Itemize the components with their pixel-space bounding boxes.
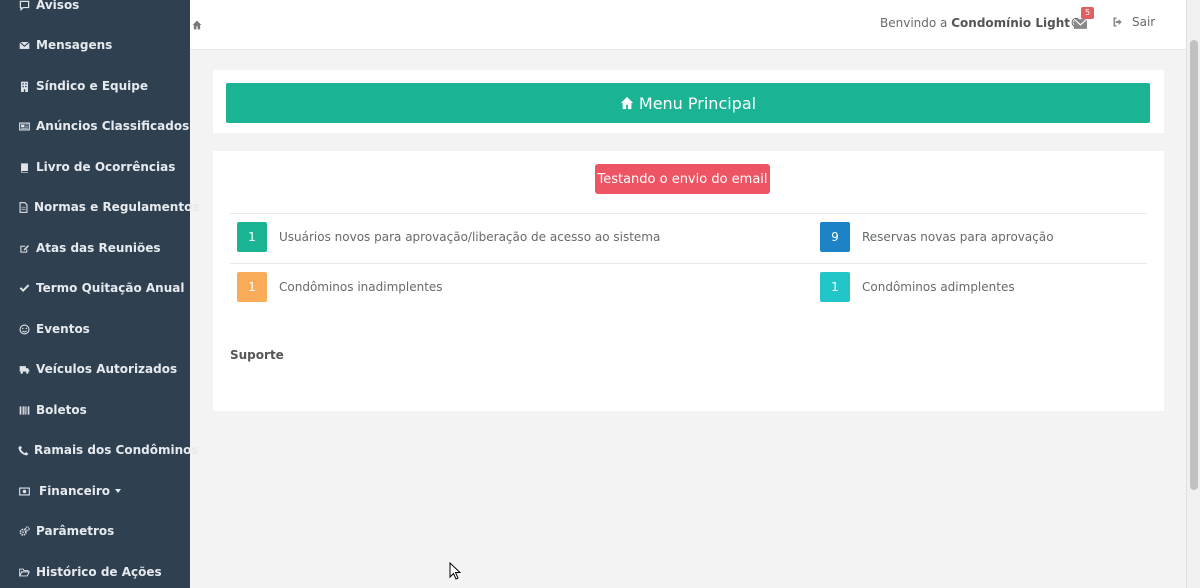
stat-badge: 1 [237, 222, 267, 252]
stat-compliant[interactable]: 1 Condôminos adimplentes [820, 272, 1015, 302]
sidebar-item-label: Eventos [36, 322, 90, 336]
sidebar-item-mensagens[interactable]: Mensagens [0, 25, 190, 65]
stat-badge: 1 [820, 272, 850, 302]
welcome-prefix: Benvindo a [880, 16, 948, 30]
condominium-name: Condomínio Light© [951, 16, 1082, 30]
sidebar: Avisos Mensagens Síndico e Equipe Anúnci… [0, 0, 199, 588]
scroll-thumb[interactable] [1190, 40, 1198, 490]
book-icon [18, 161, 31, 174]
mouse-cursor-icon [449, 562, 461, 580]
barcode-icon [18, 404, 31, 417]
sidebar-item-avisos[interactable]: Avisos [0, 0, 190, 25]
sidebar-item-financeiro[interactable]: Financeiro [0, 471, 190, 511]
sidebar-item-label: Termo Quitação Anual [36, 281, 185, 295]
top-navbar: Benvindo a Condomínio Light© 5 Sair [190, 0, 1186, 50]
home-icon [620, 96, 634, 110]
gears-icon [18, 525, 31, 538]
sidebar-item-label: Livro de Ocorrências [36, 160, 176, 174]
sidebar-item-normas[interactable]: Normas e Regulamentos [0, 187, 199, 227]
welcome-text: Benvindo a Condomínio Light© [880, 16, 1082, 30]
logout-label: Sair [1132, 15, 1156, 29]
stat-new-users[interactable]: 1 Usuários novos para aprovação/liberaçã… [237, 222, 660, 252]
sidebar-item-label: Veículos Autorizados [36, 362, 178, 376]
sidebar-item-label: Parâmetros [36, 524, 115, 538]
document-icon [18, 201, 29, 214]
support-heading: Suporte [230, 348, 284, 362]
sidebar-item-atas[interactable]: Atas das Reuniões [0, 228, 190, 268]
sidebar-item-termo[interactable]: Termo Quitação Anual [0, 268, 190, 308]
sidebar-item-anuncios[interactable]: Anúncios Classificados [0, 106, 190, 146]
home-icon [192, 15, 202, 30]
sidebar-item-parametros[interactable]: Parâmetros [0, 511, 190, 551]
sidebar-item-label: Histórico de Ações [36, 565, 162, 579]
edit-icon [18, 242, 31, 255]
sidebar-item-label: Síndico e Equipe [36, 79, 149, 93]
page-scrollbar[interactable] [1186, 0, 1200, 588]
stat-label: Usuários novos para aprovação/liberação … [279, 230, 661, 244]
message-count-badge: 5 [1081, 7, 1095, 19]
sign-out-icon [1113, 17, 1122, 27]
sidebar-item-label: Anúncios Classificados [36, 119, 190, 133]
sidebar-item-label: Boletos [36, 403, 87, 417]
stat-label: Condôminos adimplentes [862, 280, 1015, 294]
sidebar-item-sindico[interactable]: Síndico e Equipe [0, 66, 190, 106]
stat-new-reservations[interactable]: 9 Reservas novas para aprovação [820, 222, 1054, 252]
chevron-down-icon [115, 489, 122, 493]
envelope-icon [18, 39, 31, 52]
comment-icon [18, 0, 31, 12]
phone-icon [18, 444, 29, 457]
sidebar-item-boletos[interactable]: Boletos [0, 390, 190, 430]
menu-panel: Menu Principal [213, 70, 1164, 133]
test-email-button[interactable]: Testando o envio do email [595, 164, 770, 194]
sidebar-item-label: Avisos [36, 0, 80, 12]
check-icon [18, 282, 31, 295]
sidebar-item-label: Mensagens [36, 38, 113, 52]
smile-icon [18, 323, 31, 336]
sidebar-item-historico[interactable]: Histórico de Ações [0, 552, 190, 588]
logout-button[interactable]: Sair [1112, 15, 1155, 29]
sidebar-item-label: Normas e Regulamentos [34, 200, 200, 214]
menu-principal-button[interactable]: Menu Principal [226, 83, 1150, 123]
sidebar-item-ocorrencias[interactable]: Livro de Ocorrências [0, 147, 190, 187]
dashboard-panel: Testando o envio do email 1 Usuários nov… [213, 151, 1164, 411]
stat-badge: 9 [820, 222, 850, 252]
sidebar-item-label: Financeiro [39, 484, 111, 498]
newspaper-icon [18, 120, 31, 133]
stat-label: Condôminos inadimplentes [279, 280, 443, 294]
truck-icon [18, 363, 31, 376]
building-icon [18, 80, 31, 93]
sidebar-item-veiculos[interactable]: Veículos Autorizados [0, 349, 190, 389]
stat-label: Reservas novas para aprovação [862, 230, 1054, 244]
sidebar-item-label: Atas das Reuniões [36, 241, 161, 255]
sidebar-item-ramais[interactable]: Ramais dos Condôminos [0, 430, 199, 470]
divider [230, 213, 1147, 214]
money-icon [18, 485, 31, 498]
stat-badge: 1 [237, 272, 267, 302]
sidebar-item-label: Ramais dos Condôminos [34, 443, 199, 457]
folder-open-icon [18, 566, 31, 579]
sidebar-item-eventos[interactable]: Eventos [0, 309, 190, 349]
menu-principal-label: Menu Principal [638, 93, 757, 113]
stat-defaulters[interactable]: 1 Condôminos inadimplentes [237, 272, 443, 302]
divider [230, 263, 1147, 264]
